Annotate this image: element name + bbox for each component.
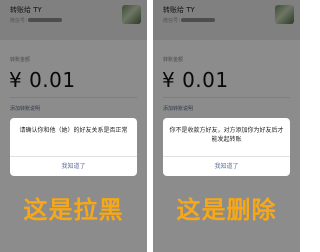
got-it-button[interactable]: 我知道了 — [163, 157, 290, 176]
alert-dialog: 请确认你和他（她）的好友关系是否正常 我知道了 — [10, 118, 137, 176]
screenshot-panel-blocked: 转账给 TY 微信号： 转账金额 ¥ 0.01 添加转账说明 请确认你和他（她）… — [0, 0, 147, 252]
got-it-button[interactable]: 我知道了 — [10, 157, 137, 176]
caption-blocked: 这是拉黑 — [23, 196, 124, 224]
screenshot-panel-deleted: 转账给 TY 微信号： 转账金额 ¥ 0.01 添加转账说明 你不是收款方好友，… — [153, 0, 300, 252]
caption-deleted: 这是删除 — [176, 196, 277, 224]
dialog-message: 你不是收款方好友，对方添加你为好友后才能发起转账 — [169, 127, 284, 143]
dialog-message: 请确认你和他（她）的好友关系是否正常 — [19, 127, 128, 134]
alert-dialog: 你不是收款方好友，对方添加你为好友后才能发起转账 我知道了 — [163, 118, 290, 176]
